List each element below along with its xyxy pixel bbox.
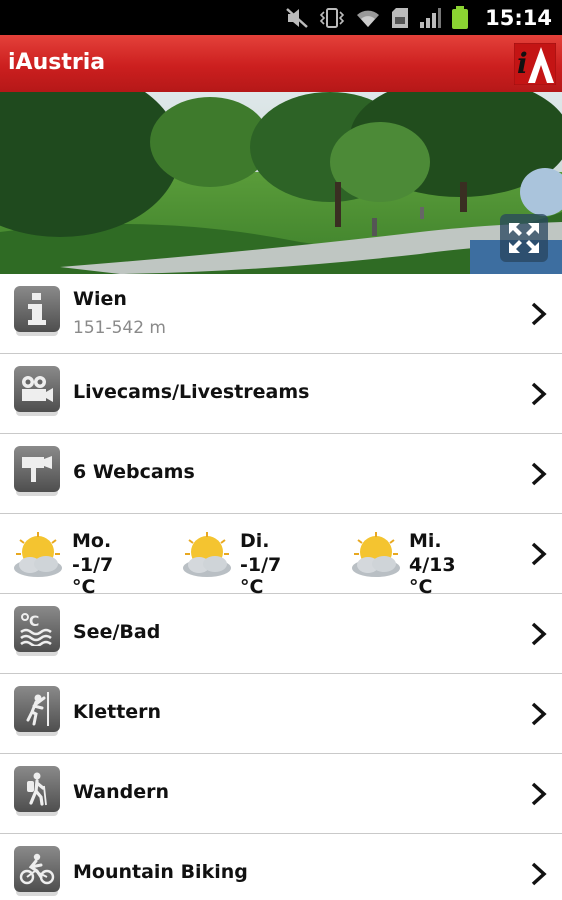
chevron-right-icon [531, 782, 547, 806]
signal-icon [420, 7, 442, 28]
hiking-label: Wandern [73, 781, 170, 803]
weather-temperature: -1/7 °C [72, 554, 114, 598]
park-scene-image [0, 92, 562, 274]
list-item-webcams[interactable]: 6 Webcams [0, 434, 562, 514]
webcams-label: 6 Webcams [73, 461, 195, 483]
water-temperature-icon: C [14, 606, 60, 652]
svg-text:i: i [517, 47, 528, 80]
chevron-right-icon [531, 302, 547, 326]
list-item-lake[interactable]: C See/Bad [0, 594, 562, 674]
battery-icon [452, 5, 469, 29]
altitude: 151-542 m [73, 318, 166, 338]
fullscreen-button[interactable] [500, 214, 548, 262]
chevron-right-icon [531, 702, 547, 726]
partly-cloudy-icon [183, 532, 231, 577]
location-name: Wien [73, 288, 127, 310]
list-item-info[interactable]: Wien 151-542 m [0, 274, 562, 354]
list-item-hiking[interactable]: Wandern [0, 754, 562, 834]
chevron-right-icon [531, 622, 547, 646]
list-item-weather[interactable]: Mo. -1/7 °C Di. -1/7 °C Mi. 4/13 °C [0, 514, 562, 598]
weather-temperature: 4/13 °C [409, 554, 456, 598]
weather-day-name: Di. [240, 530, 270, 552]
weather-day-name: Mo. [72, 530, 112, 552]
mountain-bike-icon [14, 846, 60, 892]
weather-day-name: Mi. [409, 530, 442, 552]
mute-icon [286, 7, 308, 28]
sd-card-icon [392, 7, 409, 28]
wifi-icon [357, 10, 380, 27]
weather-temperature: -1/7 °C [240, 554, 282, 598]
partly-cloudy-icon [14, 532, 62, 577]
list-item-climbing[interactable]: Klettern [0, 674, 562, 754]
hero-image[interactable] [0, 92, 562, 274]
list-item-livecams[interactable]: Livecams/Livestreams [0, 354, 562, 434]
climbing-icon [14, 686, 60, 732]
chevron-right-icon [531, 382, 547, 406]
video-camera-icon [14, 366, 60, 412]
content-list: Wien 151-542 m Livecams/Livestreams 6 We… [0, 274, 562, 900]
livecams-label: Livecams/Livestreams [73, 381, 310, 403]
vibrate-icon [320, 7, 345, 28]
list-item-biking[interactable]: Mountain Biking [0, 834, 562, 900]
biking-label: Mountain Biking [73, 861, 248, 883]
lake-label: See/Bad [73, 621, 161, 643]
climbing-label: Klettern [73, 701, 162, 723]
app-title: iAustria [8, 50, 106, 75]
partly-cloudy-icon [352, 532, 400, 577]
svg-text:C: C [29, 614, 39, 630]
status-bar: 15:14 [0, 0, 562, 35]
info-icon [14, 286, 60, 332]
app-header: iAustria i [0, 35, 562, 92]
chevron-right-icon [531, 862, 547, 886]
chevron-right-icon [531, 462, 547, 486]
webcam-icon [14, 446, 60, 492]
clock: 15:14 [485, 5, 552, 30]
iaustria-logo[interactable]: i [514, 43, 556, 85]
hiking-icon [14, 766, 60, 812]
chevron-right-icon [531, 542, 547, 566]
expand-icon [509, 223, 539, 253]
